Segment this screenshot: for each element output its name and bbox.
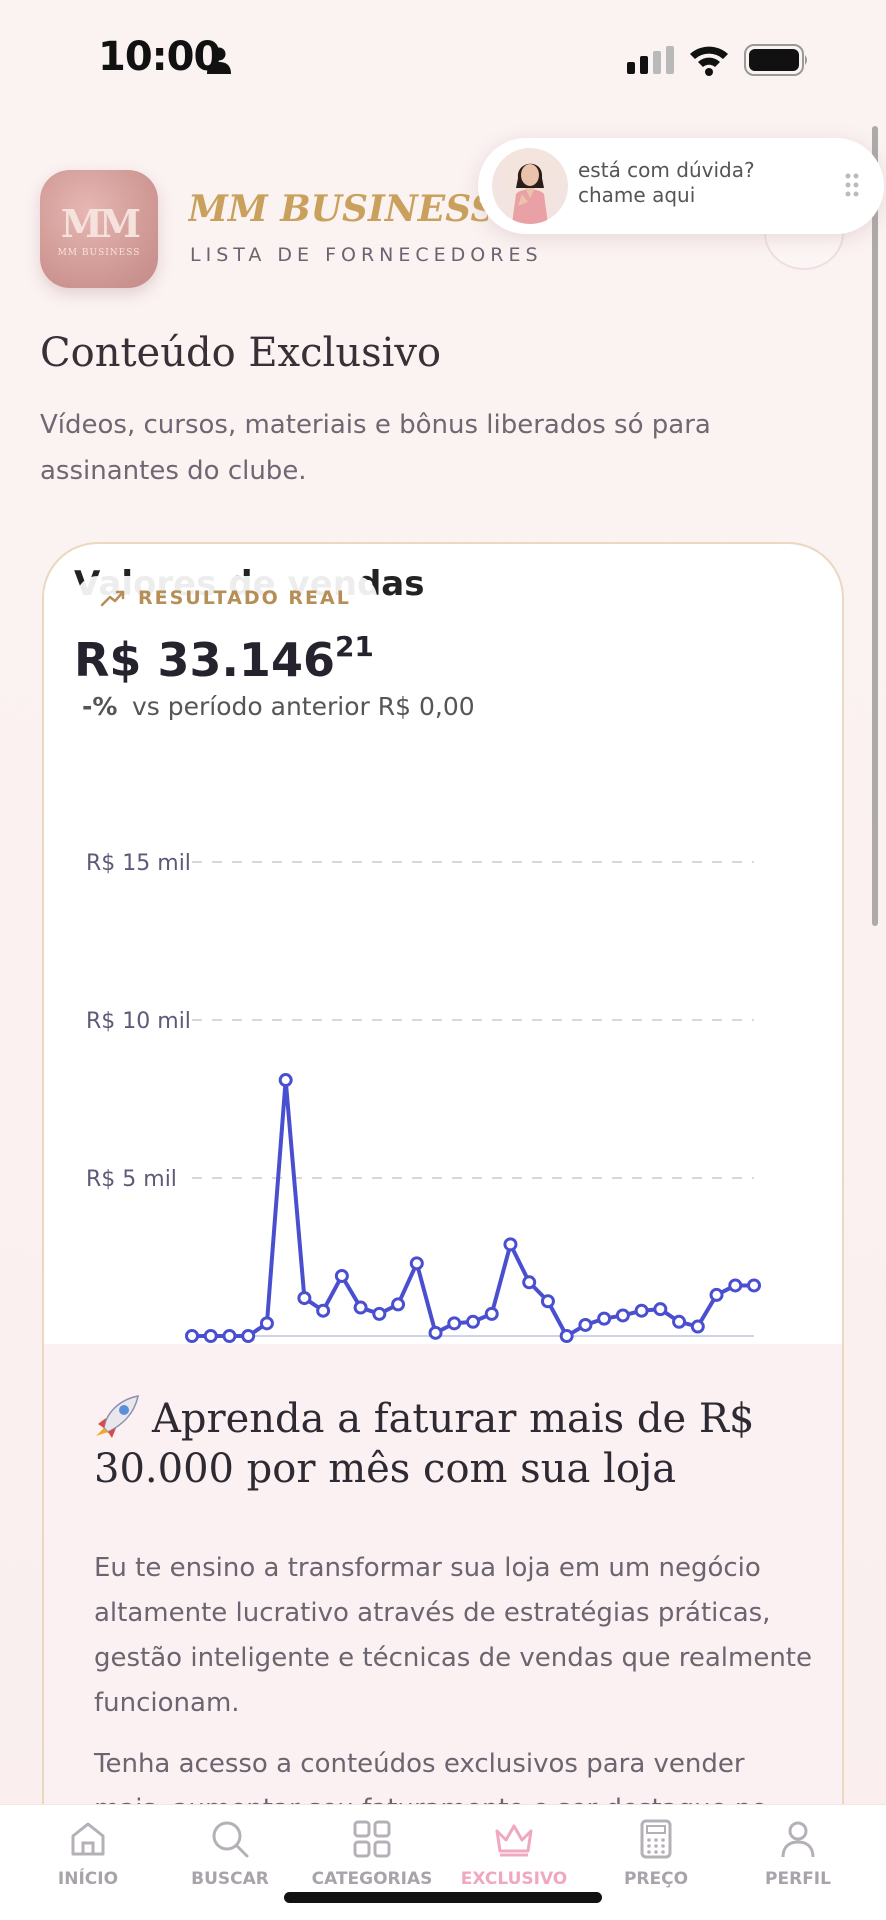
trending-up-icon (100, 590, 125, 607)
nav-label-exclusivo: EXCLUSIVO (460, 1869, 568, 1889)
data-point-23 (615, 1308, 630, 1323)
home-icon (71, 1822, 105, 1856)
data-point-26 (672, 1314, 687, 1329)
y-tick-label-0: R$ 15 mil (86, 851, 191, 876)
drag-handle-icon[interactable] (844, 172, 860, 198)
data-point-11 (391, 1297, 406, 1312)
data-point-21 (578, 1317, 593, 1332)
search-icon (212, 1821, 249, 1858)
data-point-25 (653, 1302, 668, 1317)
data-point-7 (316, 1303, 331, 1318)
cellular-signal-icon (627, 46, 674, 74)
data-point-30 (747, 1278, 761, 1293)
status-time: 10:00 (98, 34, 221, 80)
data-point-14 (447, 1316, 462, 1331)
grid-icon (353, 1820, 391, 1858)
result-badge: RESULTADO REAL (76, 576, 377, 620)
logo-subtext: MM BUSINESS (57, 247, 141, 258)
data-point-13 (428, 1325, 443, 1340)
nav-item-buscar[interactable]: BUSCAR (160, 1817, 300, 1889)
rocket-icon (96, 1395, 139, 1438)
nav-label-inicio: INÍCIO (57, 1869, 119, 1889)
woman-avatar-icon (512, 163, 548, 224)
crown-icon (495, 1824, 533, 1857)
data-point-29 (728, 1278, 743, 1293)
total-sales-cents: 21 (334, 630, 374, 663)
data-point-3 (241, 1329, 256, 1343)
sales-series-line (192, 1078, 754, 1338)
help-chat-bubble[interactable]: está com dúvida? chame aqui (478, 138, 884, 234)
nav-item-categorias[interactable]: CATEGORIAS (302, 1817, 442, 1889)
data-point-1 (203, 1329, 218, 1343)
data-point-8 (334, 1268, 349, 1283)
change-percent: -% (82, 692, 118, 721)
nav-label-perfil: PERFIL (765, 1869, 831, 1889)
brand-subtitle: LISTA DE FORNECEDORES (190, 244, 543, 266)
data-point-22 (597, 1311, 612, 1326)
data-point-18 (522, 1275, 537, 1290)
data-point-28 (709, 1287, 724, 1302)
promo-title-text: Aprenda a faturar mais de R$ 30.000 por … (94, 1396, 755, 1492)
data-point-24 (634, 1303, 649, 1318)
brand-logo[interactable]: MM MM BUSINESS (40, 170, 158, 288)
nav-label-buscar: BUSCAR (191, 1869, 269, 1889)
badge-label: RESULTADO REAL (138, 587, 351, 609)
nav-item-preco[interactable]: PREÇO (586, 1817, 726, 1889)
y-tick-label-1: R$ 10 mil (86, 1009, 191, 1034)
data-point-2 (222, 1329, 237, 1343)
nav-item-perfil[interactable]: PERFIL (728, 1817, 868, 1889)
assistant-avatar (492, 148, 568, 224)
status-bar: 10:00 (0, 0, 886, 120)
data-point-5 (278, 1073, 293, 1088)
data-point-4 (259, 1316, 274, 1331)
chat-text: está com dúvida? chame aqui (578, 158, 755, 207)
data-point-12 (409, 1256, 424, 1271)
promo-description: Eu te ensino a transformar sua loja em u… (94, 1553, 812, 1718)
user-icon (781, 1821, 815, 1858)
data-point-0 (185, 1329, 199, 1343)
data-point-20 (559, 1329, 574, 1343)
data-point-19 (540, 1294, 555, 1309)
comparison-text: vs período anterior R$ 0,00 (132, 692, 475, 721)
data-point-15 (466, 1314, 480, 1329)
home-indicator[interactable] (284, 1892, 602, 1903)
y-tick-label-2: R$ 5 mil (86, 1167, 177, 1192)
data-point-16 (484, 1306, 499, 1321)
data-point-27 (690, 1319, 705, 1334)
page-title: Conteúdo Exclusivo (40, 330, 442, 376)
nav-label-categorias: CATEGORIAS (311, 1869, 433, 1889)
logo-mark: MM (60, 200, 141, 246)
calculator-icon (640, 1819, 672, 1859)
nav-label-preco: PREÇO (623, 1869, 689, 1889)
person-icon (207, 47, 231, 74)
page-description: Vídeos, cursos, materiais e bônus libera… (40, 410, 711, 486)
promo-title: Aprenda a faturar mais de R$ 30.000 por … (94, 1394, 814, 1494)
total-sales-main: R$ 33.146 (74, 633, 335, 687)
battery-icon (744, 44, 807, 76)
data-point-17 (503, 1237, 518, 1252)
total-sales-value: R$ 33.14621 (74, 630, 374, 687)
data-point-6 (297, 1291, 312, 1306)
scrollbar[interactable] (872, 126, 878, 926)
nav-item-exclusivo[interactable]: EXCLUSIVO (444, 1817, 584, 1889)
wifi-icon (690, 46, 728, 76)
data-point-10 (372, 1306, 387, 1321)
nav-item-inicio[interactable]: INÍCIO (18, 1817, 158, 1889)
sales-card: Valores de vendas RESULTADO REAL R$ 33.1… (42, 542, 844, 1920)
brand-title: MM BUSINESS CLUB (188, 188, 488, 230)
data-point-9 (353, 1300, 368, 1315)
